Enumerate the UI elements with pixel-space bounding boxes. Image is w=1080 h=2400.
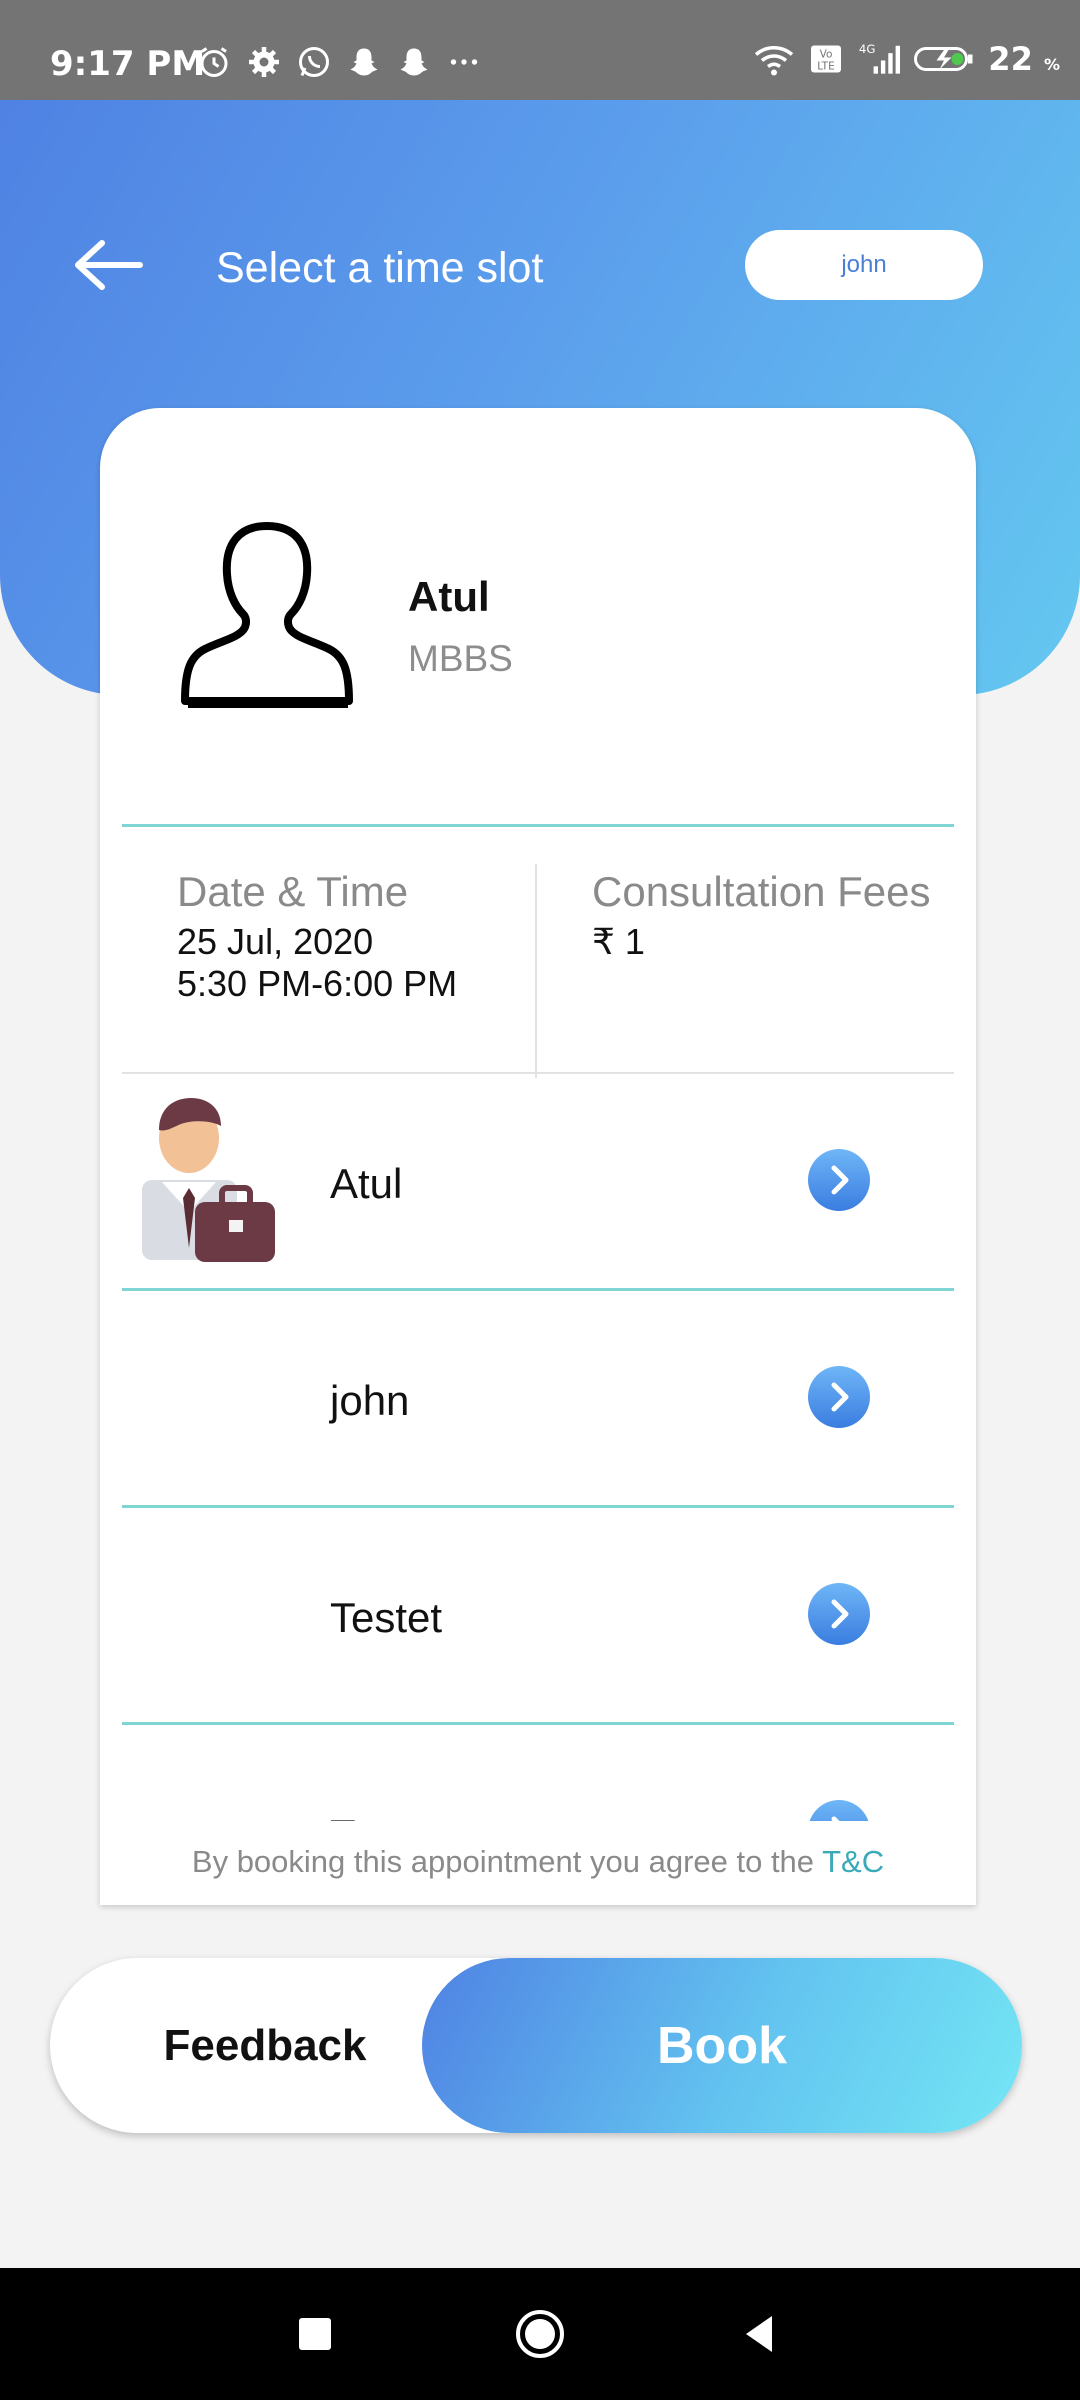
notification-icons — [196, 44, 482, 80]
doctor-name: Atul — [408, 573, 490, 620]
chevron-right-icon[interactable] — [806, 1147, 872, 1213]
signal-4g-icon: 4G — [859, 42, 901, 74]
patient-name: Testet — [330, 1594, 443, 1641]
svg-text:LTE: LTE — [818, 61, 835, 73]
home-icon[interactable] — [510, 2304, 570, 2364]
back-arrow-icon[interactable] — [70, 235, 145, 295]
appointment-date: 25 Jul, 2020 — [177, 921, 374, 962]
status-time: 9:17 PM — [50, 44, 206, 84]
more-icon — [450, 59, 478, 65]
book-button[interactable]: Book — [422, 1958, 1022, 2133]
fees-label: Consultation Fees — [592, 868, 931, 915]
patient-name: Atul — [330, 1160, 403, 1207]
list-item[interactable]: Testet — [122, 1508, 954, 1725]
recents-icon[interactable] — [285, 2304, 345, 2364]
page-title: Select a time slot — [216, 244, 544, 292]
battery-charging-icon — [914, 47, 973, 71]
chevron-right-icon[interactable] — [806, 1364, 872, 1430]
patient-name: Test — [330, 1811, 407, 1821]
businessman-avatar-icon — [142, 1098, 275, 1262]
user-selector-pill[interactable]: john — [745, 230, 983, 300]
alarm-icon — [200, 47, 228, 77]
appointment-card: Atul MBBS Date & Time 25 Jul, 2020 5:30 … — [100, 408, 976, 1905]
appointment-time: 5:30 PM-6:00 PM — [177, 963, 458, 1004]
doctor-degree: MBBS — [408, 638, 513, 679]
chevron-right-icon[interactable] — [806, 1798, 872, 1821]
volte-icon: VoLTE — [811, 45, 842, 73]
list-item[interactable]: john — [122, 1291, 954, 1508]
terms-text: By booking this appointment you agree to… — [191, 1844, 823, 1879]
svg-text:4G: 4G — [859, 42, 876, 56]
status-bar: 9:17 PM Vo LTE 4G 22 % — [0, 0, 1080, 100]
patient-name: john — [330, 1377, 410, 1424]
whatsapp-icon — [299, 47, 329, 77]
info-separator — [535, 864, 537, 1078]
action-bar: Feedback Book — [50, 1958, 1022, 2133]
back-icon[interactable] — [730, 2304, 790, 2364]
list-item[interactable]: Test — [122, 1725, 954, 1821]
terms-notice: By booking this appointment you agree to… — [100, 1844, 976, 1880]
terms-link[interactable]: T&C — [822, 1844, 884, 1879]
snapchat-icon — [400, 48, 428, 76]
navigation-bar — [0, 2268, 1080, 2400]
feedback-button[interactable]: Feedback — [50, 1958, 480, 2133]
person-silhouette-icon — [181, 522, 353, 708]
appointment-info: Date & Time 25 Jul, 2020 5:30 PM-6:00 PM… — [122, 856, 954, 1078]
divider — [122, 824, 954, 827]
battery-percent: 22 % — [988, 40, 1060, 78]
patient-list[interactable]: Atul john Testet — [122, 1074, 954, 1821]
svg-text:Vo: Vo — [820, 49, 833, 61]
wifi-icon — [755, 45, 794, 76]
settings-icon — [249, 47, 279, 77]
screen: 9:17 PM Vo LTE 4G 22 % Select a time slot… — [0, 0, 1080, 2400]
snapchat-icon — [350, 48, 378, 76]
date-time-label: Date & Time — [177, 868, 409, 915]
list-item[interactable]: Atul — [122, 1074, 954, 1291]
fees-value: ₹ 1 — [592, 921, 645, 962]
chevron-right-icon[interactable] — [806, 1581, 872, 1647]
system-icons: Vo LTE 4G 22 % — [752, 40, 1060, 78]
